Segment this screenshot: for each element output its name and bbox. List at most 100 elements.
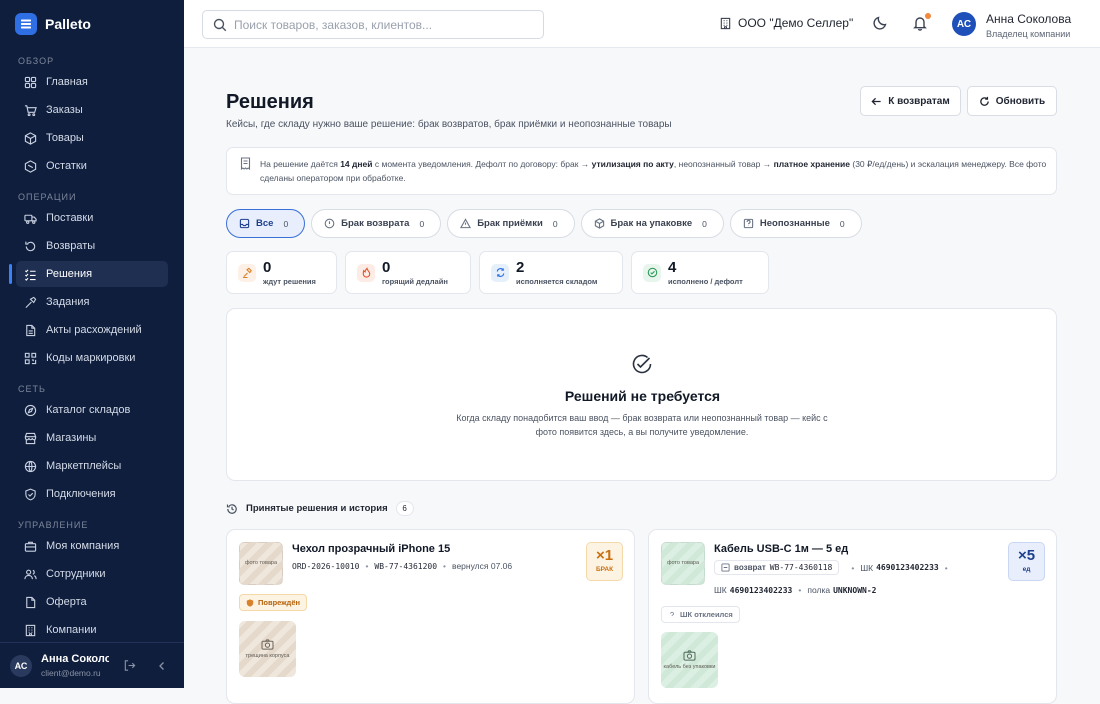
stat-value: 4 <box>668 258 677 276</box>
store-icon <box>24 432 37 444</box>
sidebar-item-my-company[interactable]: Моя компания <box>16 533 168 559</box>
sidebar-item-connections[interactable]: Подключения <box>16 481 168 507</box>
quantity-unit: брак <box>595 566 614 573</box>
filter-label: Брак на упаковке <box>610 218 693 229</box>
globe-icon <box>24 460 37 472</box>
sidebar-item-warehouse-catalog[interactable]: Каталог складов <box>16 397 168 423</box>
sidebar-item-label: Моя компания <box>46 540 120 552</box>
separator-dot: • <box>851 562 855 573</box>
stat-deadline[interactable]: 0 горящий дедлайн <box>345 251 471 294</box>
logout-button[interactable] <box>123 659 136 672</box>
qr-icon <box>24 352 37 364</box>
gavel-icon <box>238 263 256 282</box>
sidebar-item-supplies[interactable]: Поставки <box>16 205 168 231</box>
sidebar-item-marketplaces[interactable]: Маркетплейсы <box>16 453 168 479</box>
refresh-icon <box>491 263 509 282</box>
return-icon <box>25 241 36 251</box>
sidebar-user: АС Анна Соколова client@demo.ru <box>0 642 184 688</box>
sidebar-section-title: Сеть <box>18 384 46 394</box>
user-menu[interactable]: Анна Соколова Владелец компании <box>986 12 1071 39</box>
sidebar-user-email: client@demo.ru <box>41 668 101 678</box>
order-number[interactable]: ORD-2026-10010 <box>292 562 359 571</box>
sidebar-item-tasks[interactable]: Задания <box>16 289 168 315</box>
sidebar-item-orders[interactable]: Заказы <box>16 97 168 123</box>
photo-caption: кабель без упаковки <box>663 663 716 670</box>
sidebar-item-stock[interactable]: Остатки <box>16 153 168 179</box>
sidebar-item-label: Маркетплейсы <box>46 460 122 472</box>
sidebar-item-label: Главная <box>46 76 88 88</box>
defect-photo[interactable]: трещина корпуса <box>239 621 296 677</box>
history-card[interactable]: фото товара Кабель USB-C 1м — 5 ед возвр… <box>648 529 1057 704</box>
sidebar-item-label: Коды маркировки <box>46 352 136 364</box>
search-input[interactable] <box>234 17 534 32</box>
wb-number[interactable]: WB-77-4361200 <box>374 562 437 571</box>
tag-label: Повреждён <box>258 598 301 607</box>
sidebar-item-marking-codes[interactable]: Коды маркировки <box>16 345 168 371</box>
card-title: Чехол прозрачный iPhone 15 <box>292 543 451 555</box>
sidebar-item-discrepancy-acts[interactable]: Акты расхождений <box>16 317 168 343</box>
defect-photo[interactable]: кабель без упаковки <box>661 632 718 688</box>
filter-all[interactable]: Все 0 <box>226 209 306 238</box>
logo[interactable]: Palleto <box>15 13 91 35</box>
filter-return-defect[interactable]: Брак возврата 0 <box>311 209 442 238</box>
shelf-value: UNKNOWN-2 <box>833 585 877 595</box>
card-meta: ORD-2026-10010 • WB-77-4361200 • вернулс… <box>292 561 512 571</box>
camera-icon <box>683 649 696 661</box>
filter-count: 0 <box>552 218 558 229</box>
filter-count: 0 <box>283 218 289 229</box>
package-icon <box>594 218 604 229</box>
sidebar-item-companies[interactable]: Компании <box>16 617 168 642</box>
product-thumbnail[interactable]: фото товара <box>239 542 283 585</box>
sidebar-item-employees[interactable]: Сотрудники <box>16 561 168 587</box>
building-icon <box>25 624 36 636</box>
back-to-returns-button[interactable]: К возвратам <box>860 86 961 116</box>
sidebar-item-label: Товары <box>46 132 84 144</box>
notifications-button[interactable] <box>912 13 931 31</box>
stock-icon <box>24 159 37 173</box>
stat-awaiting[interactable]: 0 ждут решения <box>226 251 337 294</box>
sidebar-item-home[interactable]: Главная <box>16 69 168 95</box>
refresh-icon <box>980 96 989 106</box>
shelf-label: полка <box>807 585 831 595</box>
question-icon <box>670 611 674 617</box>
filter-packing-defect[interactable]: Брак на упаковке 0 <box>580 209 724 238</box>
avatar[interactable]: АС <box>10 654 32 677</box>
sidebar-item-label: Оферта <box>46 596 87 608</box>
filter-unidentified[interactable]: Неопознанные 0 <box>729 209 862 238</box>
collapse-sidebar-button[interactable] <box>156 660 168 672</box>
damage-tag: Повреждён <box>239 594 308 611</box>
sidebar-item-label: Остатки <box>46 160 87 172</box>
sidebar-item-decisions[interactable]: Решения <box>9 261 168 287</box>
sidebar-item-label: Возвраты <box>46 240 96 252</box>
refresh-button[interactable]: Обновить <box>967 86 1057 116</box>
search-box[interactable] <box>202 10 544 39</box>
sidebar-item-offer[interactable]: Оферта <box>16 589 168 615</box>
sidebar-item-label: Магазины <box>46 432 97 444</box>
org-switcher[interactable]: ООО "Демо Селлер" <box>719 16 853 30</box>
stat-done[interactable]: 4 исполнено / дефолт <box>631 251 769 294</box>
sidebar-item-label: Решения <box>46 268 93 280</box>
return-chip[interactable]: возврат WB-77-4360118 <box>714 560 840 575</box>
sidebar-item-label: Подключения <box>46 488 116 500</box>
sidebar-item-stores[interactable]: Магазины <box>16 425 168 451</box>
page-title: Решения <box>226 91 314 113</box>
palleto-logo-icon <box>15 13 37 35</box>
sidebar-item-products[interactable]: Товары <box>16 125 168 151</box>
warning-icon <box>460 218 472 229</box>
theme-toggle-button[interactable] <box>872 15 888 31</box>
avatar[interactable]: АС <box>952 12 976 36</box>
grid-icon <box>24 76 37 88</box>
sidebar-item-returns[interactable]: Возвраты <box>16 233 168 259</box>
filter-count: 0 <box>702 218 707 229</box>
product-thumbnail[interactable]: фото товара <box>661 542 705 585</box>
check-badge-icon <box>632 354 652 374</box>
quantity-value: ×1 <box>595 547 614 564</box>
filter-receiving-defect[interactable]: Брак приёмки 0 <box>447 209 575 238</box>
return-label: возврат <box>734 563 766 572</box>
notice-text: На решение даётся <box>260 159 341 169</box>
stat-value: 0 <box>263 258 272 276</box>
stat-in-progress[interactable]: 2 исполняется складом <box>479 251 623 294</box>
filter-label: Брак приёмки <box>477 218 543 229</box>
sidebar-item-label: Заказы <box>46 104 83 116</box>
history-card[interactable]: фото товара Чехол прозрачный iPhone 15 O… <box>226 529 635 704</box>
